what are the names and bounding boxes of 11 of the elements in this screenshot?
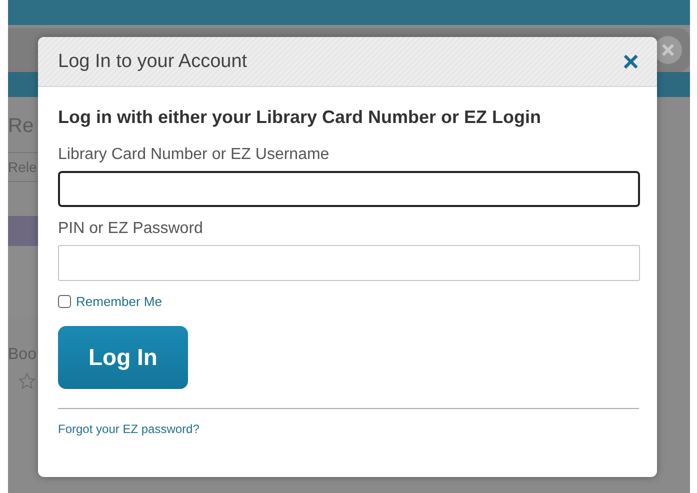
login-instructions: Log in with either your Library Card Number or EZ Login <box>58 107 542 128</box>
login-button[interactable]: Log In <box>58 326 188 389</box>
field-label: Library Card Number or EZ Username <box>58 146 330 164</box>
remember-me-checkbox[interactable] <box>58 295 71 308</box>
close-button[interactable]: × <box>622 48 639 76</box>
dialog-title: Log In to your Account <box>58 50 248 72</box>
remember-me-label[interactable]: Remember Me <box>76 294 162 309</box>
star-icon <box>18 372 36 390</box>
field-label: PIN or EZ Password <box>58 220 204 238</box>
forgot-password-link[interactable]: Forgot your EZ password? <box>58 422 200 436</box>
input-field[interactable] <box>58 171 640 207</box>
